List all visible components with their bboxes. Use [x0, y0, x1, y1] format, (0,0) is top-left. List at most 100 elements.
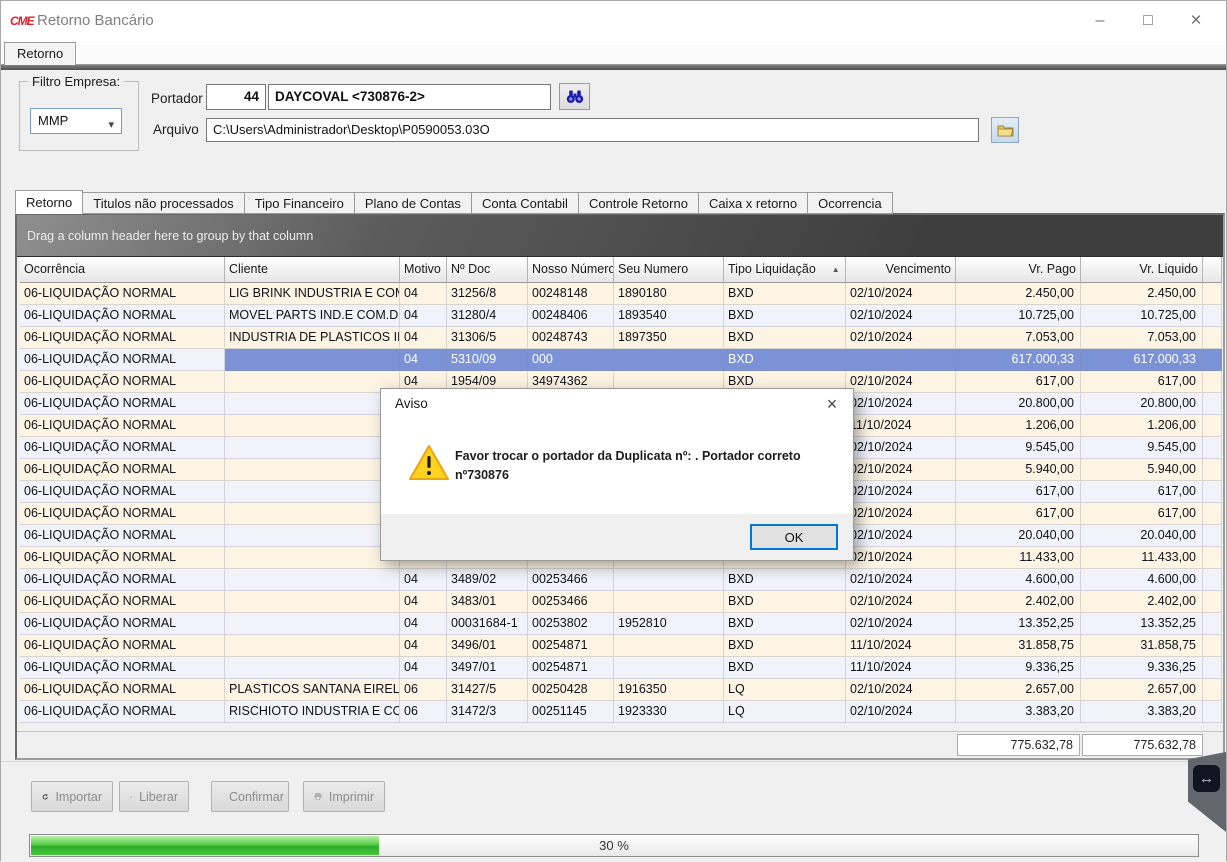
- grid-cell-fill[interactable]: [1203, 327, 1222, 349]
- grid-cell-nosso[interactable]: 000: [528, 349, 614, 371]
- grid-cell-mot[interactable]: 04: [400, 349, 447, 371]
- grid-cell-liq[interactable]: 617,00: [1081, 371, 1203, 393]
- grid-cell-venc[interactable]: 02/10/2024: [846, 437, 956, 459]
- grid-cell-fill[interactable]: [1203, 657, 1222, 679]
- grid-cell-mot[interactable]: 04: [400, 569, 447, 591]
- grid-cell-venc[interactable]: 02/10/2024: [846, 613, 956, 635]
- grid-cell-mot[interactable]: 04: [400, 635, 447, 657]
- grid-cell-fill[interactable]: [1203, 415, 1222, 437]
- grid-cell-cli[interactable]: [225, 613, 400, 635]
- grid-cell-pago[interactable]: 3.383,20: [956, 701, 1081, 723]
- grid-cell-tipo[interactable]: BXD: [724, 283, 846, 305]
- grid-cell-occ[interactable]: 06-LIQUIDAÇÃO NORMAL: [20, 327, 225, 349]
- grid-cell-occ[interactable]: 06-LIQUIDAÇÃO NORMAL: [20, 305, 225, 327]
- grid-cell-pago[interactable]: 10.725,00: [956, 305, 1081, 327]
- grid-cell-nosso[interactable]: 00254871: [528, 635, 614, 657]
- grid-cell-venc[interactable]: 11/10/2024: [846, 415, 956, 437]
- grid-cell-doc[interactable]: 31306/5: [447, 327, 528, 349]
- grid-cell-liq[interactable]: 11.433,00: [1081, 547, 1203, 569]
- grid-cell-occ[interactable]: 06-LIQUIDAÇÃO NORMAL: [20, 349, 225, 371]
- grid-cell-doc[interactable]: 31472/3: [447, 701, 528, 723]
- grid-cell-doc[interactable]: 3483/01: [447, 591, 528, 613]
- grid-cell-occ[interactable]: 06-LIQUIDAÇÃO NORMAL: [20, 503, 225, 525]
- grid-cell-occ[interactable]: 06-LIQUIDAÇÃO NORMAL: [20, 591, 225, 613]
- grid-cell-fill[interactable]: [1203, 679, 1222, 701]
- grid-cell-liq[interactable]: 9.545,00: [1081, 437, 1203, 459]
- grid-cell-cli[interactable]: [225, 569, 400, 591]
- grid-cell-cli[interactable]: MOVEL PARTS IND.E COM.DE: [225, 305, 400, 327]
- grid-cell-occ[interactable]: 06-LIQUIDAÇÃO NORMAL: [20, 569, 225, 591]
- grid-cell-cli[interactable]: [225, 481, 400, 503]
- grid-cell-seu[interactable]: 1952810: [614, 613, 724, 635]
- grid-cell-liq[interactable]: 5.940,00: [1081, 459, 1203, 481]
- grid-cell-tipo[interactable]: BXD: [724, 569, 846, 591]
- grid-cell-mot[interactable]: 06: [400, 701, 447, 723]
- grid-cell-doc[interactable]: 5310/09: [447, 349, 528, 371]
- grid-cell-pago[interactable]: 31.858,75: [956, 635, 1081, 657]
- grid-cell-seu[interactable]: [614, 569, 724, 591]
- grid-cell-seu[interactable]: [614, 591, 724, 613]
- grid-cell-mot[interactable]: 06: [400, 679, 447, 701]
- grid-cell-liq[interactable]: 4.600,00: [1081, 569, 1203, 591]
- grid-cell-venc[interactable]: 11/10/2024: [846, 635, 956, 657]
- grid-cell-cli[interactable]: INDUSTRIA DE PLASTICOS IN: [225, 327, 400, 349]
- grid-cell-seu[interactable]: 1890180: [614, 283, 724, 305]
- grid-cell-nosso[interactable]: 00251145: [528, 701, 614, 723]
- grid-cell-seu[interactable]: [614, 349, 724, 371]
- grid-cell-liq[interactable]: 13.352,25: [1081, 613, 1203, 635]
- grid-cell-venc[interactable]: 02/10/2024: [846, 305, 956, 327]
- grid-cell-pago[interactable]: 1.206,00: [956, 415, 1081, 437]
- grid-cell-fill[interactable]: [1203, 371, 1222, 393]
- inner-tab-5[interactable]: Controle Retorno: [579, 192, 699, 214]
- grid-cell-fill[interactable]: [1203, 635, 1222, 657]
- grid-cell-fill[interactable]: [1203, 547, 1222, 569]
- grid-cell-cli[interactable]: [225, 525, 400, 547]
- grid-cell-fill[interactable]: [1203, 393, 1222, 415]
- grid-cell-cli[interactable]: [225, 503, 400, 525]
- ok-button[interactable]: OK: [750, 524, 838, 550]
- grid-cell-nosso[interactable]: 00248743: [528, 327, 614, 349]
- grid-cell-seu[interactable]: 1893540: [614, 305, 724, 327]
- grid-cell-tipo[interactable]: BXD: [724, 591, 846, 613]
- grid-cell-venc[interactable]: 02/10/2024: [846, 371, 956, 393]
- imprimir-button[interactable]: Imprimir: [303, 781, 385, 812]
- main-tab-retorno[interactable]: Retorno: [4, 42, 76, 65]
- grid-cell-fill[interactable]: [1203, 591, 1222, 613]
- grid-cell-cli[interactable]: [225, 547, 400, 569]
- grid-cell-liq[interactable]: 617,00: [1081, 481, 1203, 503]
- grid-cell-nosso[interactable]: 00253466: [528, 569, 614, 591]
- grid-cell-nosso[interactable]: 00250428: [528, 679, 614, 701]
- grid-cell-mot[interactable]: 04: [400, 613, 447, 635]
- grid-cell-fill[interactable]: [1203, 569, 1222, 591]
- grid-cell-tipo[interactable]: BXD: [724, 349, 846, 371]
- arquivo-path-field[interactable]: C:\Users\Administrador\Desktop\P0590053.…: [206, 118, 979, 142]
- column-header-fill[interactable]: [1203, 257, 1222, 283]
- grid-cell-venc[interactable]: 02/10/2024: [846, 679, 956, 701]
- close-button[interactable]: ×: [1172, 1, 1220, 41]
- search-portador-button[interactable]: [559, 83, 590, 110]
- grid-cell-occ[interactable]: 06-LIQUIDAÇÃO NORMAL: [20, 459, 225, 481]
- inner-tab-4[interactable]: Conta Contabil: [472, 192, 579, 214]
- grid-cell-venc[interactable]: 02/10/2024: [846, 547, 956, 569]
- grid-cell-fill[interactable]: [1203, 459, 1222, 481]
- minimize-button[interactable]: –: [1076, 1, 1124, 41]
- grid-cell-pago[interactable]: 617,00: [956, 481, 1081, 503]
- grid-cell-pago[interactable]: 11.433,00: [956, 547, 1081, 569]
- grid-cell-liq[interactable]: 2.450,00: [1081, 283, 1203, 305]
- grid-cell-doc[interactable]: 3497/01: [447, 657, 528, 679]
- grid-cell-cli[interactable]: [225, 459, 400, 481]
- grid-cell-mot[interactable]: 04: [400, 305, 447, 327]
- column-header-pago[interactable]: Vr. Pago: [956, 257, 1081, 283]
- grid-cell-tipo[interactable]: BXD: [724, 613, 846, 635]
- column-header-mot[interactable]: Motivo: [400, 257, 447, 283]
- grid-cell-seu[interactable]: 1897350: [614, 327, 724, 349]
- grid-cell-venc[interactable]: 02/10/2024: [846, 393, 956, 415]
- grid-cell-liq[interactable]: 31.858,75: [1081, 635, 1203, 657]
- liberar-button[interactable]: Liberar: [119, 781, 189, 812]
- grid-cell-occ[interactable]: 06-LIQUIDAÇÃO NORMAL: [20, 371, 225, 393]
- grid-cell-fill[interactable]: [1203, 613, 1222, 635]
- portador-code-field[interactable]: 44: [206, 84, 266, 110]
- column-header-nosso[interactable]: Nosso Número: [528, 257, 614, 283]
- grid-cell-seu[interactable]: [614, 657, 724, 679]
- grid-cell-seu[interactable]: 1916350: [614, 679, 724, 701]
